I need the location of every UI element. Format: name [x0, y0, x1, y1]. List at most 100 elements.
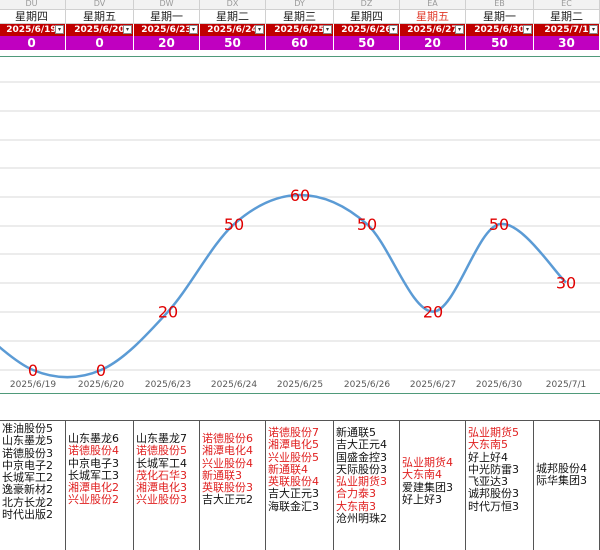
column-letter: DY [266, 0, 334, 9]
stock-list-column: 新通联5 吉大正元4 国盛金控3 天际股份3 弘业期货3 合力泰3 大东南3 沧州明珠2 [334, 421, 400, 550]
weekday-cell[interactable]: 星期五 [66, 10, 134, 23]
stock-item[interactable]: 诺德股份5 [136, 444, 199, 457]
date-text: 2025/6/27 [407, 25, 458, 35]
dropdown-arrow-icon[interactable]: ▾ [455, 25, 464, 34]
weekday-cell[interactable]: 星期二 [534, 10, 600, 23]
data-label: 50 [357, 215, 377, 234]
value-cell[interactable]: 50 [466, 36, 534, 50]
date-cell[interactable]: 2025/6/24 ▾ [200, 24, 266, 36]
stock-item[interactable]: 大东南5 [468, 438, 533, 451]
stock-lists: 准油股份5 山东墨龙5 诺德股份3 中京电子2 长城军工2 逸豪新材2 北方长龙2 时代出版2… [0, 420, 600, 550]
weekday-cell[interactable]: 星期五 [400, 10, 466, 23]
date-cell[interactable]: 2025/6/25 ▾ [266, 24, 334, 36]
weekday-row: 星期四 星期五 星期一 星期二 星期三 星期四 星期五 星期一 星期二 [0, 10, 600, 24]
stock-item[interactable]: 逸豪新材2 [2, 484, 65, 497]
date-cell[interactable]: 2025/6/23 ▾ [134, 24, 200, 36]
dropdown-arrow-icon[interactable]: ▾ [189, 25, 198, 34]
stock-list-column: 山东墨龙7 诺德股份5 长城军工4 茂化石华3 湘潭电化3 兴业股份3 [134, 421, 200, 550]
date-cell[interactable]: 2025/6/27 ▾ [400, 24, 466, 36]
weekday-cell[interactable]: 星期二 [200, 10, 266, 23]
weekday-cell[interactable]: 星期三 [266, 10, 334, 23]
value-cell[interactable]: 20 [134, 36, 200, 50]
column-letter: EC [534, 0, 600, 9]
data-label: 30 [556, 274, 576, 293]
date-cell[interactable]: 2025/7/1 ▾ [534, 24, 600, 36]
stock-item[interactable]: 大东南4 [402, 468, 465, 481]
dropdown-arrow-icon[interactable]: ▾ [255, 25, 264, 34]
column-letter-row: DU DV DW DX DY DZ EA EB EC [0, 0, 600, 10]
column-letter: EB [466, 0, 534, 9]
value-row: 0 0 20 50 60 50 20 50 30 [0, 36, 600, 50]
date-cell[interactable]: 2025/6/20 ▾ [66, 24, 134, 36]
stock-item[interactable]: 合力泰3 [336, 488, 399, 501]
column-letter: DV [66, 0, 134, 9]
stock-list-column: 准油股份5 山东墨龙5 诺德股份3 中京电子2 长城军工2 逸豪新材2 北方长龙2 时代出版2 [0, 421, 66, 550]
column-letter: DZ [334, 0, 400, 9]
sheet-header-strip: DU DV DW DX DY DZ EA EB EC 星期四 星期五 星期一 星期二 星期三 星期四 星期五… [0, 0, 600, 52]
x-tick-label: 2025/7/1 [546, 380, 586, 390]
date-cell[interactable]: 2025/6/30 ▾ [466, 24, 534, 36]
date-cell[interactable]: 2025/6/26 ▾ [334, 24, 400, 36]
data-label: 60 [290, 186, 310, 205]
stock-item[interactable]: 沧州明珠2 [336, 512, 399, 525]
value-cell[interactable]: 0 [66, 36, 134, 50]
series-line [0, 193, 567, 379]
dropdown-arrow-icon[interactable]: ▾ [123, 25, 132, 34]
date-text: 2025/6/30 [474, 25, 525, 35]
stock-item[interactable]: 兴业股份3 [136, 494, 199, 507]
chart-svg: 0 0 20 50 60 50 20 50 30 2025/6/19 2025/6/20 2025/6… [0, 81, 600, 390]
stock-item[interactable]: 诚邦股份3 [468, 488, 533, 501]
x-tick-label: 2025/6/25 [277, 380, 323, 390]
x-tick-label: 2025/6/20 [78, 380, 124, 390]
x-tick-label: 2025/6/24 [211, 380, 257, 390]
dropdown-arrow-icon[interactable]: ▾ [589, 25, 598, 34]
value-cell[interactable]: 20 [400, 36, 466, 50]
x-tick-label: 2025/6/23 [145, 380, 191, 390]
dropdown-arrow-icon[interactable]: ▾ [323, 25, 332, 34]
data-label: 20 [158, 303, 178, 322]
stock-list-column: 诺德股份6 湘潭电化4 兴业股份4 新通联3 英联股份3 吉大正元2 [200, 421, 266, 550]
dropdown-arrow-icon[interactable]: ▾ [55, 25, 64, 34]
data-label: 50 [224, 215, 244, 234]
stock-item[interactable]: 湘潭电化5 [268, 438, 333, 451]
stock-item[interactable]: 兴业股份2 [68, 494, 133, 507]
weekday-cell[interactable]: 星期四 [334, 10, 400, 23]
dropdown-arrow-icon[interactable]: ▾ [523, 25, 532, 34]
x-tick-label: 2025/6/26 [344, 380, 390, 390]
stock-item[interactable]: 海联金汇3 [268, 500, 333, 513]
column-letter: DX [200, 0, 266, 9]
value-cell[interactable]: 50 [200, 36, 266, 50]
date-text: 2025/6/26 [341, 25, 392, 35]
weekday-cell[interactable]: 星期一 [134, 10, 200, 23]
date-text: 2025/6/24 [207, 25, 258, 35]
stock-list-column: 诺德股份7 湘潭电化5 兴业股份5 新通联4 英联股份4 吉大正元3 海联金汇3 [266, 421, 334, 550]
stock-item[interactable]: 际华集团3 [536, 474, 599, 487]
value-cell[interactable]: 30 [534, 36, 600, 50]
stock-item[interactable]: 吉大正元2 [202, 494, 265, 507]
dropdown-arrow-icon[interactable]: ▾ [389, 25, 398, 34]
column-letter: DU [0, 0, 66, 9]
date-text: 2025/6/25 [274, 25, 325, 35]
value-cell[interactable]: 60 [266, 36, 334, 50]
stock-item[interactable]: 吉大正元3 [268, 488, 333, 501]
stock-item[interactable]: 好上好3 [402, 493, 465, 506]
stock-list-column: 弘业期货4 大东南4 爱建集团3 好上好3 [400, 421, 466, 550]
stock-item[interactable]: 吉大正元4 [336, 438, 399, 451]
stock-item[interactable]: 时代万恒3 [468, 500, 533, 513]
column-letter: DW [134, 0, 200, 9]
stock-item[interactable]: 诺德股份4 [68, 444, 133, 457]
value-cell[interactable]: 0 [0, 36, 66, 50]
stock-list-column: 城邦股份4 际华集团3 [534, 421, 600, 550]
weekday-cell[interactable]: 星期四 [0, 10, 66, 23]
stock-item[interactable]: 时代出版2 [2, 508, 65, 521]
value-cell[interactable]: 50 [334, 36, 400, 50]
stock-item[interactable]: 湘潭电化4 [202, 444, 265, 457]
date-text: 2025/6/19 [6, 25, 57, 35]
date-cell[interactable]: 2025/6/19 ▾ [0, 24, 66, 36]
date-text: 2025/6/23 [141, 25, 192, 35]
data-label: 50 [489, 215, 509, 234]
stock-item[interactable]: 山东墨龙5 [2, 434, 65, 447]
column-letter: EA [400, 0, 466, 9]
line-chart[interactable]: 0 0 20 50 60 50 20 50 30 2025/6/19 2025/6/20 2025/6… [0, 52, 600, 392]
weekday-cell[interactable]: 星期一 [466, 10, 534, 23]
